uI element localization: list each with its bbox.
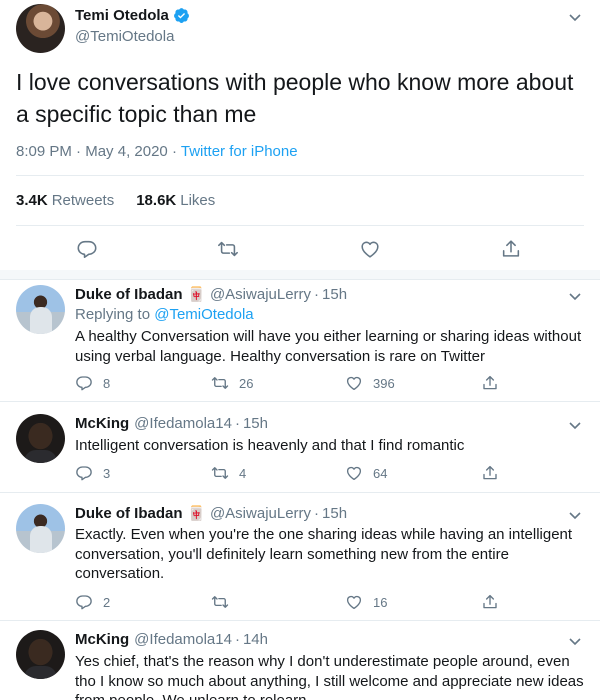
chevron-down-icon[interactable] <box>568 418 582 432</box>
author-handle[interactable]: @TemiOtedola <box>75 28 174 45</box>
share-icon[interactable] <box>481 593 499 611</box>
chevron-down-icon[interactable] <box>568 10 582 24</box>
avatar[interactable] <box>16 414 65 463</box>
reply-text: Exactly. Even when you're the one sharin… <box>75 526 573 582</box>
like-action[interactable]: 16 <box>345 593 387 611</box>
reply-time[interactable]: 14h <box>243 631 268 648</box>
avatar[interactable] <box>16 4 65 53</box>
avatar[interactable] <box>16 504 65 553</box>
meta-dot: · <box>314 505 320 522</box>
verified-badge-icon <box>173 8 189 23</box>
retweet-icon[interactable] <box>211 464 229 482</box>
divider <box>16 225 584 226</box>
heart-icon[interactable] <box>345 464 363 482</box>
like-count: 64 <box>373 465 388 481</box>
reply-icon[interactable] <box>75 464 93 482</box>
reply-icon[interactable] <box>75 374 93 392</box>
chevron-down-icon[interactable] <box>568 508 582 522</box>
share-icon[interactable] <box>481 464 499 482</box>
author-handle[interactable]: @Ifedamola14 <box>134 631 232 648</box>
meta-dot: · <box>76 143 82 160</box>
reply-action[interactable]: 8 <box>75 374 110 392</box>
chevron-down-icon[interactable] <box>568 634 582 648</box>
likes-stat[interactable]: 18.6K Likes <box>136 192 215 209</box>
tweet-date[interactable]: May 4, 2020 <box>85 143 168 160</box>
reply-actions: 8 26 396 <box>75 374 505 394</box>
divider <box>0 620 600 621</box>
reply-actions: 3 4 64 <box>75 464 505 484</box>
tweet-time[interactable]: 8:09 PM <box>16 143 72 160</box>
meta-dot: · <box>314 286 320 303</box>
tweet-meta: 8:09 PM · May 4, 2020 · Twitter for iPho… <box>16 143 298 160</box>
heart-icon[interactable] <box>345 593 363 611</box>
like-action[interactable]: 64 <box>345 464 387 482</box>
reply-count: 2 <box>103 594 111 610</box>
retweet-action[interactable]: 4 <box>211 464 246 482</box>
retweet-icon[interactable] <box>211 374 229 392</box>
reply-text: Yes chief, that's the reason why I don't… <box>75 653 584 700</box>
reply-icon[interactable] <box>75 593 93 611</box>
replying-to-link[interactable]: @TemiOtedola <box>154 306 253 323</box>
retweet-count: 26 <box>239 375 254 391</box>
share-icon[interactable] <box>481 374 499 392</box>
reply-icon[interactable] <box>76 238 98 260</box>
heart-icon[interactable] <box>345 374 363 392</box>
divider <box>16 175 584 176</box>
retweet-icon[interactable] <box>217 238 239 260</box>
reply-action[interactable]: 2 <box>75 593 110 611</box>
reply-time[interactable]: 15h <box>322 505 347 522</box>
author-name[interactable]: McKing <box>75 631 129 648</box>
reply-actions: 2 16 <box>75 593 505 613</box>
tweet-source[interactable]: Twitter for iPhone <box>181 143 298 160</box>
author-name[interactable]: Temi Otedola <box>75 7 190 24</box>
avatar[interactable] <box>16 630 65 679</box>
reply-header: Duke of Ibadan 🀄 @AsiwajuLerry · 15h <box>75 286 347 303</box>
mahjong-emoji: 🀄 <box>187 286 205 302</box>
reply-count: 3 <box>103 465 111 481</box>
like-action[interactable]: 396 <box>345 374 395 392</box>
reply-time[interactable]: 15h <box>322 286 347 303</box>
reply-header: McKing @Ifedamola14 · 14h <box>75 631 268 648</box>
author-handle[interactable]: @Ifedamola14 <box>134 415 232 432</box>
mahjong-emoji: 🀄 <box>187 505 205 521</box>
tweet-text: I love conversations with people who kno… <box>16 69 574 127</box>
reply-text: A healthy Conversation will have you eit… <box>75 328 582 365</box>
retweet-icon[interactable] <box>211 593 229 611</box>
meta-dot: · <box>234 631 240 648</box>
meta-dot: · <box>171 143 177 160</box>
chevron-down-icon[interactable] <box>568 289 582 303</box>
tweet-stats: 3.4K Retweets 18.6K Likes <box>16 192 215 209</box>
replying-to: Replying to @TemiOtedola <box>75 306 254 323</box>
retweets-stat[interactable]: 3.4K Retweets <box>16 192 114 209</box>
avatar[interactable] <box>16 285 65 334</box>
tweet-actions <box>0 238 600 262</box>
section-divider <box>0 270 600 280</box>
divider <box>0 401 600 402</box>
like-count: 16 <box>373 594 388 610</box>
retweet-action[interactable] <box>211 593 239 611</box>
retweet-count: 4 <box>239 465 247 481</box>
divider <box>0 492 600 493</box>
heart-icon[interactable] <box>359 238 381 260</box>
author-name[interactable]: Duke of Ibadan <box>75 286 183 303</box>
reply-header: McKing @Ifedamola14 · 15h <box>75 415 268 432</box>
author-name[interactable]: McKing <box>75 415 129 432</box>
author-handle[interactable]: @AsiwajuLerry <box>210 505 311 522</box>
author-name[interactable]: Duke of Ibadan <box>75 505 183 522</box>
author-handle[interactable]: @AsiwajuLerry <box>210 286 311 303</box>
retweet-action[interactable]: 26 <box>211 374 253 392</box>
reply-header: Duke of Ibadan 🀄 @AsiwajuLerry · 15h <box>75 505 347 522</box>
share-action[interactable] <box>481 464 499 482</box>
reply-count: 8 <box>103 375 111 391</box>
reply-time[interactable]: 15h <box>243 415 268 432</box>
meta-dot: · <box>234 415 240 432</box>
share-action[interactable] <box>481 593 499 611</box>
reply-action[interactable]: 3 <box>75 464 110 482</box>
reply-text: Intelligent conversation is heavenly and… <box>75 437 465 454</box>
like-count: 396 <box>373 375 395 391</box>
share-action[interactable] <box>481 374 499 392</box>
share-icon[interactable] <box>500 238 522 260</box>
